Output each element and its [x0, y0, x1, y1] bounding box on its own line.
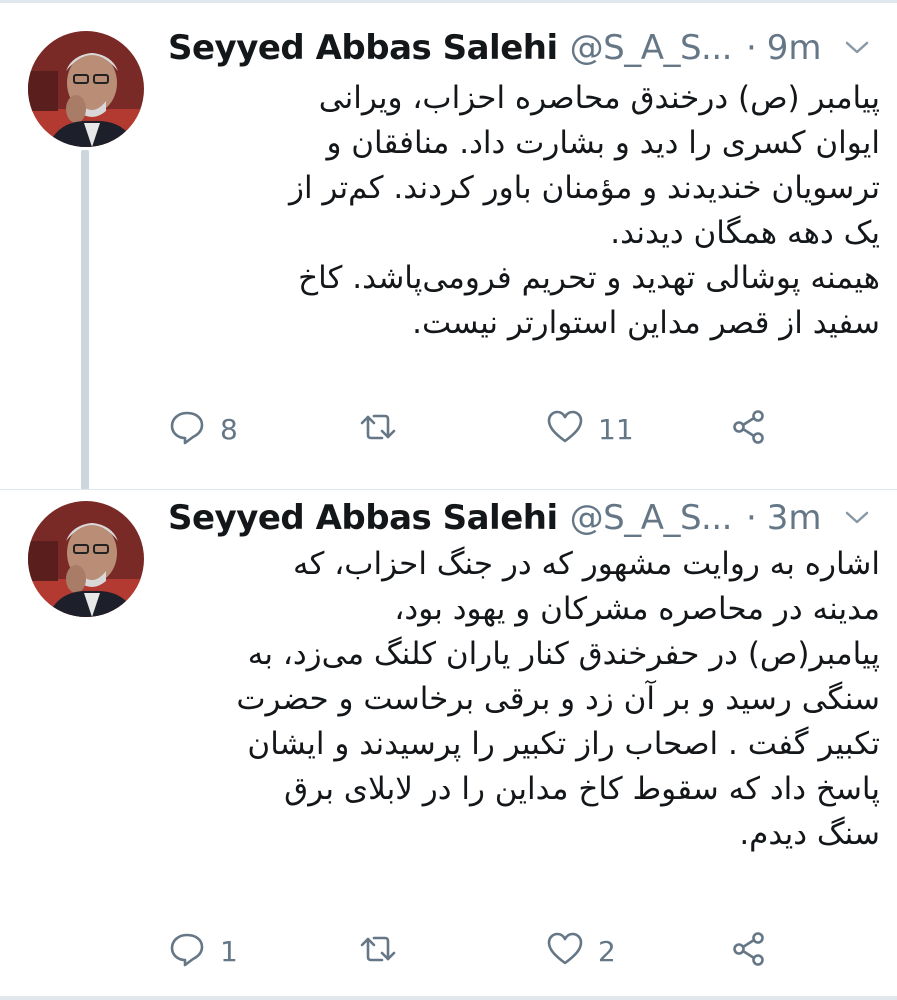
tweet-text-line: پاسخ داد که سقوط کاخ مداین را در لابلای … [284, 771, 880, 807]
tweet-text-line: تکبیر گفت . اصحاب راز تکبیر را پرسیدند و… [247, 726, 880, 762]
reply-icon [168, 930, 206, 972]
share-icon [730, 930, 768, 972]
share-button[interactable] [730, 926, 768, 976]
tweet-header: Seyyed Abbas Salehi @S_A_S... · 9m [168, 26, 880, 70]
author-handle[interactable]: @S_A_S... [570, 28, 733, 68]
tweet-text-line: ترسویان خندیدند و مؤمنان باور کردند. کم‌… [288, 170, 880, 206]
like-button[interactable]: 2 [546, 926, 616, 976]
avatar[interactable] [28, 31, 144, 147]
tweet-text: اشاره به روایت مشهور که در جنگ احزاب، که… [168, 542, 880, 857]
reply-icon [168, 408, 206, 450]
bottom-border [0, 996, 897, 1000]
share-icon [730, 408, 768, 450]
tweet[interactable]: Seyyed Abbas Salehi @S_A_S... · 3m اشاره… [0, 490, 897, 1000]
tweet-header: Seyyed Abbas Salehi @S_A_S... · 3m [168, 496, 880, 540]
thread-connector-line [81, 150, 89, 490]
like-count: 11 [598, 412, 634, 446]
heart-icon [546, 409, 584, 449]
separator: · [745, 28, 757, 68]
like-button[interactable]: 11 [546, 404, 634, 454]
tweet-text-line: مدینه در محاصره مشرکان و یهود بود، [394, 591, 880, 627]
tweet-text-line: ایوان کسری را دید و بشارت داد. منافقان و [326, 125, 880, 161]
retweet-icon [358, 408, 398, 450]
avatar[interactable] [28, 501, 144, 617]
tweet-text-line: سنگی رسید و بر آن زد و برقی برخاست و حضر… [236, 681, 880, 717]
separator: · [745, 498, 757, 538]
chevron-down-icon[interactable] [844, 510, 870, 526]
tweet-text-line: یک دهه همگان دیدند. [610, 215, 880, 251]
like-count: 2 [598, 934, 616, 968]
retweet-icon [358, 930, 398, 972]
tweet-actions: 8 11 [168, 404, 880, 454]
retweet-button[interactable] [358, 404, 412, 454]
tweet-actions: 1 2 [168, 926, 880, 976]
tweet-text-line: سفید از قصر مداین استوارتر نیست. [412, 305, 880, 341]
tweet-text-line: پیامبر(ص) در حفرخندق کنار یاران کلنگ می‌… [247, 636, 880, 672]
tweet[interactable]: Seyyed Abbas Salehi @S_A_S... · 9m پیامب… [0, 0, 897, 490]
timestamp[interactable]: 9m [767, 28, 822, 68]
heart-icon [546, 931, 584, 971]
reply-count: 8 [220, 412, 238, 446]
share-button[interactable] [730, 404, 768, 454]
tweet-text-line: سنگ دیدم. [739, 816, 880, 852]
author-name[interactable]: Seyyed Abbas Salehi [168, 28, 558, 68]
tweet-text-line: پیامبر (ص) درخندق محاصره احزاب، ویرانی [318, 80, 880, 116]
reply-count: 1 [220, 934, 238, 968]
reply-button[interactable]: 8 [168, 404, 238, 454]
chevron-down-icon[interactable] [844, 40, 870, 56]
reply-button[interactable]: 1 [168, 926, 238, 976]
author-handle[interactable]: @S_A_S... [570, 498, 733, 538]
retweet-button[interactable] [358, 926, 412, 976]
tweet-text: پیامبر (ص) درخندق محاصره احزاب، ویرانی ا… [168, 76, 880, 346]
tweet-text-line: اشاره به روایت مشهور که در جنگ احزاب، که [293, 546, 880, 582]
author-name[interactable]: Seyyed Abbas Salehi [168, 498, 558, 538]
timestamp[interactable]: 3m [767, 498, 822, 538]
tweet-text-line: هیمنه پوشالی تهدید و تحریم فرومی‌پاشد. ک… [298, 260, 880, 296]
